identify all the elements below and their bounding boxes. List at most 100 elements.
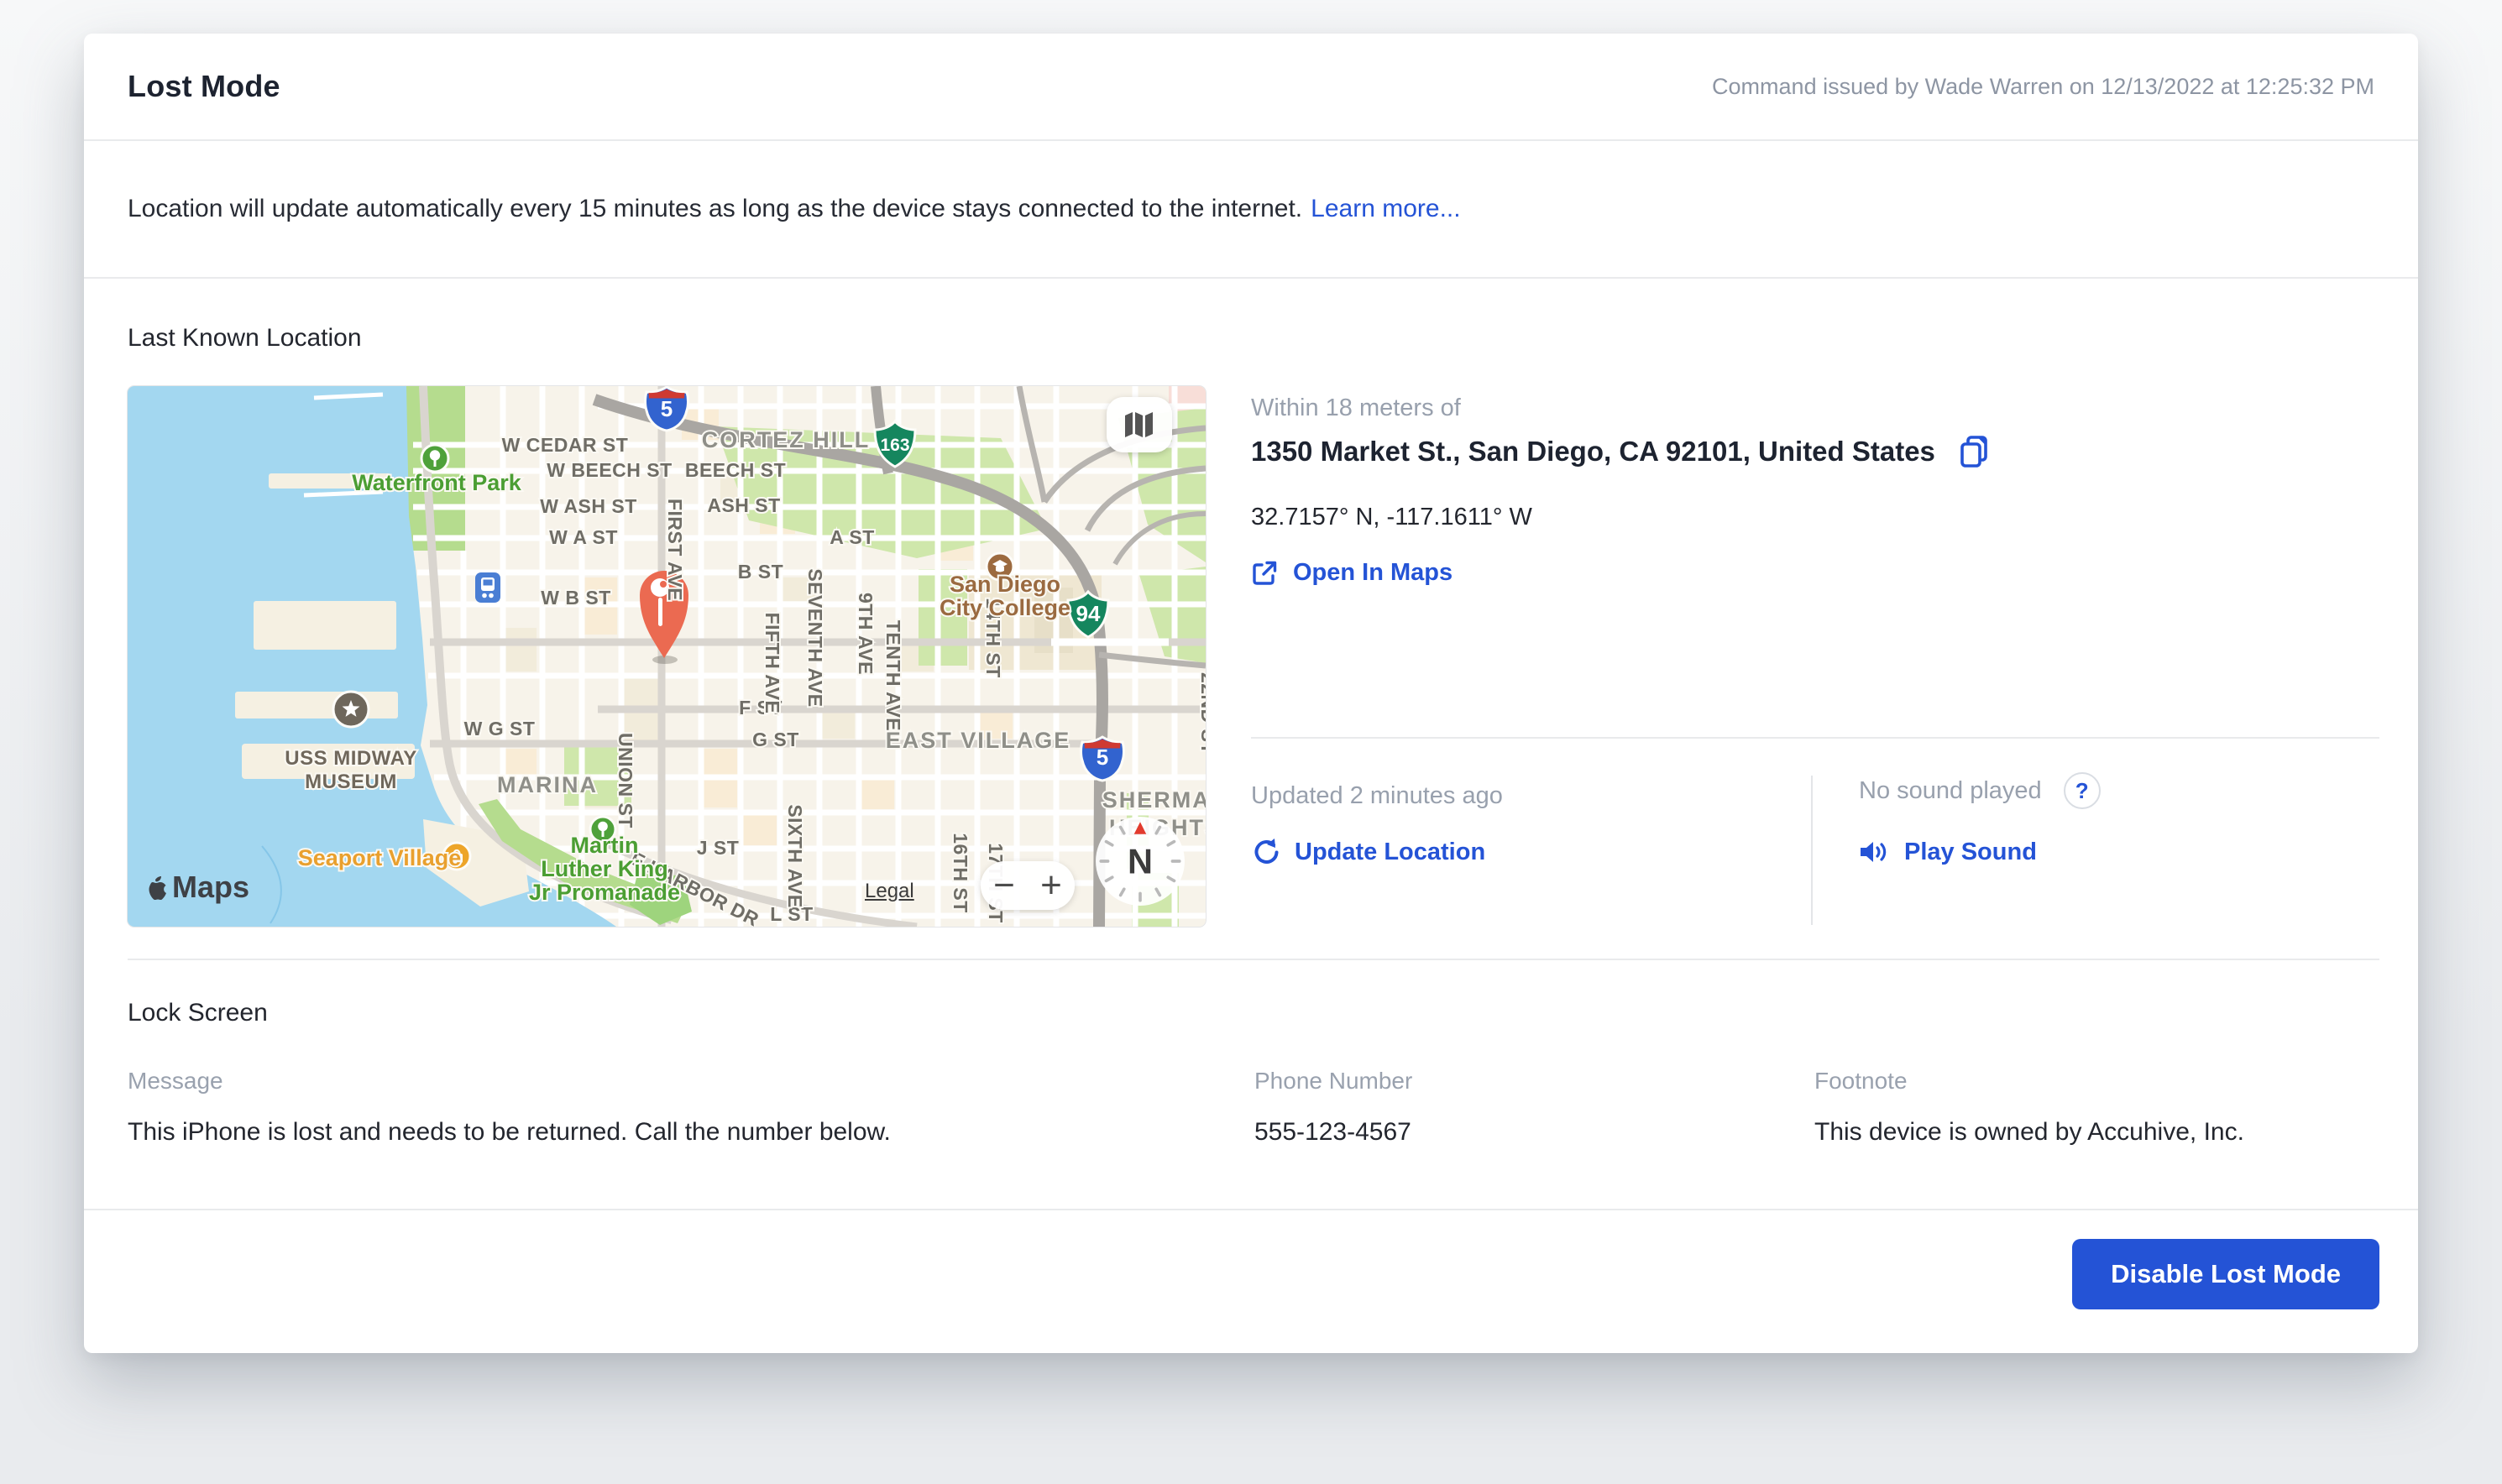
map-mode-button[interactable] bbox=[1107, 397, 1172, 452]
map-label: Jr Promanade bbox=[529, 880, 680, 905]
map-label: 9TH AVE bbox=[855, 593, 877, 675]
phone-value: 555-123-4567 bbox=[1254, 1118, 1411, 1146]
phone-column: Phone Number 555-123-4567 bbox=[1254, 1068, 1814, 1147]
panel-footer: Disable Lost Mode bbox=[84, 1209, 2418, 1309]
info-banner-text: Location will update automatically every… bbox=[128, 195, 1303, 222]
map-label: UNION ST bbox=[615, 733, 636, 828]
folded-map-icon bbox=[1125, 412, 1153, 437]
footnote-column: Footnote This device is owned by Accuhiv… bbox=[1814, 1068, 2379, 1147]
panel-header: Lost Mode Command issued by Wade Warren … bbox=[84, 34, 2418, 141]
map-label: FIFTH AVE bbox=[762, 613, 783, 714]
map-label: W CEDAR ST bbox=[502, 434, 629, 456]
map-label: CORTEZ HILL bbox=[702, 427, 870, 452]
address-row: 1350 Market St., San Diego, CA 92101, Un… bbox=[1251, 435, 1989, 468]
map-label: USS MIDWAY bbox=[285, 747, 416, 770]
phone-label: Phone Number bbox=[1254, 1068, 1413, 1094]
command-issued-info: Command issued by Wade Warren on 12/13/2… bbox=[1712, 73, 2374, 99]
vertical-divider bbox=[1811, 776, 1813, 925]
lock-screen-grid: Message This iPhone is lost and needs to… bbox=[128, 1068, 2379, 1147]
map-canvas: W CEDAR ST BEECH ST W BEECH ST W ASH ST ASH … bbox=[128, 386, 1206, 927]
learn-more-link[interactable]: Learn more... bbox=[1311, 195, 1460, 223]
map-label: Waterfront Park bbox=[352, 470, 522, 495]
map-label: J ST bbox=[697, 837, 740, 859]
map-label: TENTH AVE bbox=[882, 620, 904, 731]
zoom-in-button[interactable]: + bbox=[1028, 861, 1075, 910]
maps-logo-word: Maps bbox=[172, 870, 250, 904]
refresh-icon bbox=[1254, 839, 1279, 864]
map-label: 5 bbox=[661, 396, 673, 421]
uss-midway-museum-icon bbox=[332, 690, 370, 729]
play-sound-button[interactable]: Play Sound bbox=[1859, 838, 2037, 866]
location-divider bbox=[1251, 737, 2379, 739]
map-label: Martin bbox=[571, 833, 639, 858]
message-value: This iPhone is lost and needs to be retu… bbox=[128, 1118, 891, 1146]
map-label: EAST VILLAGE bbox=[886, 728, 1071, 753]
map-label: A ST bbox=[830, 526, 875, 548]
sound-status-text: No sound played bbox=[1859, 776, 2042, 804]
compass-icon: N bbox=[1096, 817, 1185, 906]
maps-attribution: Maps bbox=[144, 870, 249, 905]
open-in-maps-link[interactable]: Open In Maps bbox=[1251, 559, 1453, 587]
map-label: W A ST bbox=[549, 526, 618, 548]
address-text: 1350 Market St., San Diego, CA 92101, Un… bbox=[1251, 436, 1935, 467]
compass-n-label: N bbox=[1128, 842, 1153, 881]
transit-station-icon bbox=[475, 572, 500, 603]
disable-lost-mode-button[interactable]: Disable Lost Mode bbox=[2072, 1239, 2379, 1309]
map-label: W B ST bbox=[541, 587, 611, 609]
lock-screen-title: Lock Screen bbox=[128, 999, 268, 1027]
map-compass[interactable]: N bbox=[1095, 816, 1186, 907]
message-label: Message bbox=[128, 1068, 223, 1094]
map-legal-link[interactable]: Legal bbox=[865, 880, 914, 903]
map-label: BEECH ST bbox=[685, 459, 786, 481]
map-label: B ST bbox=[738, 561, 783, 583]
map-label: SEVENTH AVE bbox=[804, 568, 826, 707]
map-label: G ST bbox=[752, 729, 799, 750]
apple-logo-icon bbox=[149, 876, 166, 901]
map-label: 94 bbox=[1076, 601, 1101, 626]
play-sound-label: Play Sound bbox=[1904, 838, 2037, 865]
map-label: City College bbox=[940, 595, 1070, 620]
zoom-out-button[interactable]: − bbox=[981, 861, 1028, 910]
open-in-maps-label: Open In Maps bbox=[1293, 559, 1453, 586]
map-label: MUSEUM bbox=[305, 771, 397, 793]
copy-icon[interactable] bbox=[1959, 435, 1989, 468]
map-label: ASH ST bbox=[707, 494, 780, 516]
map-label: W BEECH ST bbox=[547, 459, 672, 481]
sound-status-row: No sound played ? bbox=[1859, 772, 2101, 809]
map-label: W G ST bbox=[464, 718, 536, 739]
lost-mode-panel: Lost Mode Command issued by Wade Warren … bbox=[84, 34, 2418, 1353]
map[interactable]: W CEDAR ST BEECH ST W BEECH ST W ASH ST ASH … bbox=[128, 386, 1206, 927]
sound-help-icon[interactable]: ? bbox=[2063, 772, 2101, 809]
waterfront-park-icon bbox=[420, 443, 450, 473]
location-details: Within 18 meters of 1350 Market St., San… bbox=[1251, 386, 2379, 927]
map-label: Seaport Village bbox=[298, 845, 462, 870]
footnote-value: This device is owned by Accuhive, Inc. bbox=[1814, 1118, 2244, 1146]
panel-body: Last Known Location W CEDAR ST BEECH ST … bbox=[84, 324, 2418, 1147]
map-label: SIXTH AVE bbox=[784, 804, 806, 907]
speaker-icon bbox=[1861, 842, 1887, 862]
map-label: 5 bbox=[1097, 745, 1108, 770]
map-label: 163 bbox=[880, 436, 909, 455]
map-label: SHERMAN bbox=[1102, 787, 1206, 813]
accuracy-text: Within 18 meters of bbox=[1251, 395, 1461, 421]
map-label: 16TH ST bbox=[950, 833, 971, 913]
info-banner: Location will update automatically every… bbox=[84, 141, 2418, 279]
location-row: W CEDAR ST BEECH ST W BEECH ST W ASH ST ASH … bbox=[128, 386, 2379, 927]
message-column: Message This iPhone is lost and needs to… bbox=[128, 1068, 1254, 1147]
map-label: MARINA bbox=[497, 772, 598, 797]
map-label: Luther King bbox=[541, 856, 667, 881]
update-location-label: Update Location bbox=[1295, 838, 1486, 865]
external-link-icon bbox=[1253, 561, 1277, 585]
update-location-button[interactable]: Update Location bbox=[1251, 838, 1485, 866]
map-label: FIRST AVE bbox=[664, 499, 686, 601]
footnote-label: Footnote bbox=[1814, 1068, 1908, 1094]
lock-screen-section: Lock Screen Message This iPhone is lost … bbox=[128, 959, 2379, 1147]
map-label: San Diego bbox=[950, 572, 1060, 597]
map-label: 22ND ST bbox=[1197, 672, 1206, 755]
updated-text: Updated 2 minutes ago bbox=[1251, 782, 1503, 809]
map-label: W ASH ST bbox=[540, 495, 637, 517]
coordinates-text: 32.7157° N, -117.1611° W bbox=[1251, 504, 1532, 530]
last-known-location-title: Last Known Location bbox=[128, 324, 362, 352]
page-title: Lost Mode bbox=[128, 69, 280, 103]
map-zoom-control: − + bbox=[981, 861, 1075, 910]
